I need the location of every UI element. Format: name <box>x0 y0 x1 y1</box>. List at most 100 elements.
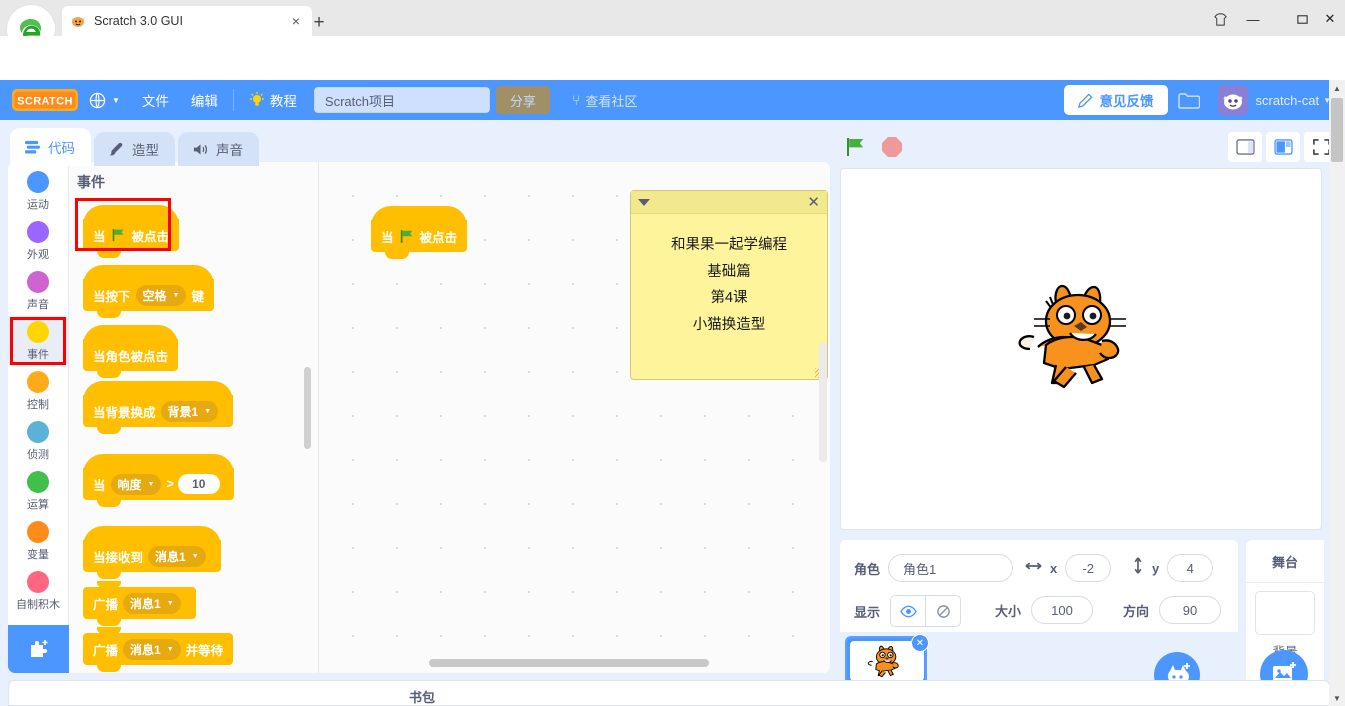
language-caret-icon: ▼ <box>112 95 120 105</box>
direction-input[interactable]: 90 <box>1159 596 1222 624</box>
comment-header: ✕ <box>631 191 827 214</box>
block-operator: > <box>166 477 174 491</box>
category-operators[interactable]: 运算 <box>8 466 68 516</box>
code-workspace[interactable]: 当 被点击 ✕ 和果果一起学编程 基础篇 第4课 小猫换造型 <box>319 162 830 673</box>
browser-tab-strip: Scratch 3.0 GUI × + — ✕ <box>0 0 1345 54</box>
feedback-button[interactable]: 意见反馈 <box>1063 85 1168 115</box>
green-flag-button[interactable] <box>844 135 868 159</box>
username-label[interactable]: scratch-cat <box>1256 93 1320 108</box>
y-value: 4 <box>1186 560 1194 576</box>
window-minimize-button[interactable]: — <box>1233 6 1273 32</box>
language-menu[interactable]: ▼ <box>78 80 131 120</box>
project-name-input[interactable]: Scratch项目 <box>313 87 490 113</box>
comment-text[interactable]: 和果果一起学编程 基础篇 第4课 小猫换造型 <box>631 214 827 356</box>
menu-divider <box>232 89 234 111</box>
feedback-label: 意见反馈 <box>1099 94 1154 109</box>
browser-tab[interactable]: Scratch 3.0 GUI × <box>62 6 312 36</box>
scroll-up-icon[interactable]: ▲ <box>1329 80 1345 96</box>
hide-sprite-button[interactable] <box>925 596 960 626</box>
category-control[interactable]: 控制 <box>8 366 68 416</box>
category-variables[interactable]: 变量 <box>8 516 68 566</box>
tab-code[interactable]: 代码 <box>10 128 91 166</box>
workspace-comment[interactable]: ✕ 和果果一起学编程 基础篇 第4课 小猫换造型 <box>630 190 828 380</box>
small-stage-button[interactable] <box>1228 132 1262 162</box>
sprite-y-row: y 4 <box>1132 554 1214 582</box>
backpack-bar[interactable]: 书包 <box>8 680 1330 706</box>
see-community-button[interactable]: ⑂ 查看社区 <box>560 86 649 114</box>
my-stuff-icon[interactable] <box>1168 91 1210 110</box>
y-input[interactable]: 4 <box>1167 554 1214 582</box>
sprite-name-input[interactable]: 角色1 <box>888 554 1014 582</box>
stop-button[interactable] <box>882 137 902 157</box>
palette-block-when-sprite-clicked[interactable]: 当角色被点击 <box>83 325 179 378</box>
y-label: y <box>1152 560 1160 576</box>
tab-sounds[interactable]: 声音 <box>178 132 259 166</box>
scroll-down-icon[interactable]: ▼ <box>1329 690 1345 706</box>
block-palette[interactable]: 事件 当 被点击 当按下 空格 ▼ 键 当角色被点击 当背景换成 背景1 ▼ 当… <box>69 162 319 673</box>
cat-sprite[interactable] <box>1016 279 1146 391</box>
threshold-input[interactable]: 10 <box>177 474 220 494</box>
category-sound[interactable]: 声音 <box>8 266 68 316</box>
menu-edit[interactable]: 编辑 <box>180 80 229 120</box>
stage[interactable] <box>840 168 1322 530</box>
category-looks[interactable]: 外观 <box>8 216 68 266</box>
visibility-toggle-group <box>890 595 962 627</box>
loudness-dropdown[interactable]: 响度 ▼ <box>110 473 162 495</box>
share-button[interactable]: 分享 <box>495 86 550 114</box>
close-tab-icon[interactable]: × <box>288 13 304 29</box>
category-color-dot <box>27 270 49 293</box>
scratch-logo[interactable]: SCRATCH <box>12 89 78 111</box>
show-sprite-button[interactable] <box>891 596 925 626</box>
page-scrollbar-thumb[interactable] <box>1331 98 1343 162</box>
menu-tutorials[interactable]: 教程 <box>238 80 308 120</box>
category-my-blocks[interactable]: 自制积木 <box>8 566 68 616</box>
category-label: 自制积木 <box>16 598 60 611</box>
delete-comment-icon[interactable]: ✕ <box>807 195 820 210</box>
category-color-dot <box>27 420 49 443</box>
category-sensing[interactable]: 侦测 <box>8 416 68 466</box>
category-events[interactable]: 事件 <box>8 316 68 366</box>
sprite-visibility-row: 显示 <box>854 595 962 627</box>
add-extension-button[interactable] <box>8 625 69 673</box>
menu-file[interactable]: 文件 <box>131 80 180 120</box>
palette-block-when-key-pressed[interactable]: 当按下 空格 ▼ 键 <box>83 265 214 318</box>
lightbulb-icon <box>249 92 265 108</box>
backdrop-thumbnail[interactable] <box>1255 591 1315 635</box>
collapse-comment-icon[interactable] <box>638 198 650 206</box>
category-motion[interactable]: 运动 <box>8 166 68 216</box>
palette-block-broadcast[interactable]: 广播 消息1 ▼ <box>83 581 196 626</box>
block-text: 广播 <box>93 597 119 612</box>
workspace-block-when-flag-clicked[interactable]: 当 被点击 <box>371 206 468 259</box>
show-label: 显示 <box>854 604 881 620</box>
tab-costumes-label: 造型 <box>132 143 159 158</box>
window-close-button[interactable]: ✕ <box>1310 6 1345 32</box>
new-tab-button[interactable]: + <box>308 12 330 34</box>
message-dropdown[interactable]: 消息1 ▼ <box>123 592 181 614</box>
workspace-vertical-scrollbar[interactable] <box>819 342 827 462</box>
palette-block-when-backdrop-switches[interactable]: 当背景换成 背景1 ▼ <box>83 381 234 434</box>
tab-costumes[interactable]: 造型 <box>94 132 175 166</box>
delete-sprite-icon[interactable]: ✕ <box>911 634 929 652</box>
chevron-down-icon: ▼ <box>166 599 174 607</box>
message-dropdown[interactable]: 消息1 ▼ <box>123 638 181 660</box>
backdrop-dropdown[interactable]: 背景1 ▼ <box>160 400 219 422</box>
palette-block-when-greater-than[interactable]: 当 响度 ▼ > 10 <box>83 454 234 507</box>
tab-code-label: 代码 <box>48 141 75 156</box>
large-stage-button[interactable] <box>1266 132 1300 162</box>
palette-block-broadcast-and-wait[interactable]: 广播 消息1 ▼ 并等待 <box>83 627 234 672</box>
message-dropdown[interactable]: 消息1 ▼ <box>148 545 206 567</box>
palette-block-when-i-receive[interactable]: 当接收到 消息1 ▼ <box>83 526 221 579</box>
block-text: 当 <box>381 230 394 245</box>
x-input[interactable]: -2 <box>1065 554 1112 582</box>
key-dropdown[interactable]: 空格 ▼ <box>135 284 187 306</box>
direction-label: 方向 <box>1123 603 1150 619</box>
block-text: 当按下 <box>93 289 131 304</box>
category-color-dot <box>27 370 49 393</box>
comment-line: 小猫换造型 <box>692 316 766 333</box>
size-input[interactable]: 100 <box>1031 596 1094 624</box>
palette-scrollbar[interactable] <box>304 367 311 449</box>
workspace-horizontal-scrollbar[interactable] <box>429 659 709 667</box>
x-arrow-icon <box>1025 559 1042 577</box>
avatar[interactable] <box>1217 85 1248 115</box>
page-scrollbar[interactable]: ▲ ▼ <box>1329 80 1345 706</box>
